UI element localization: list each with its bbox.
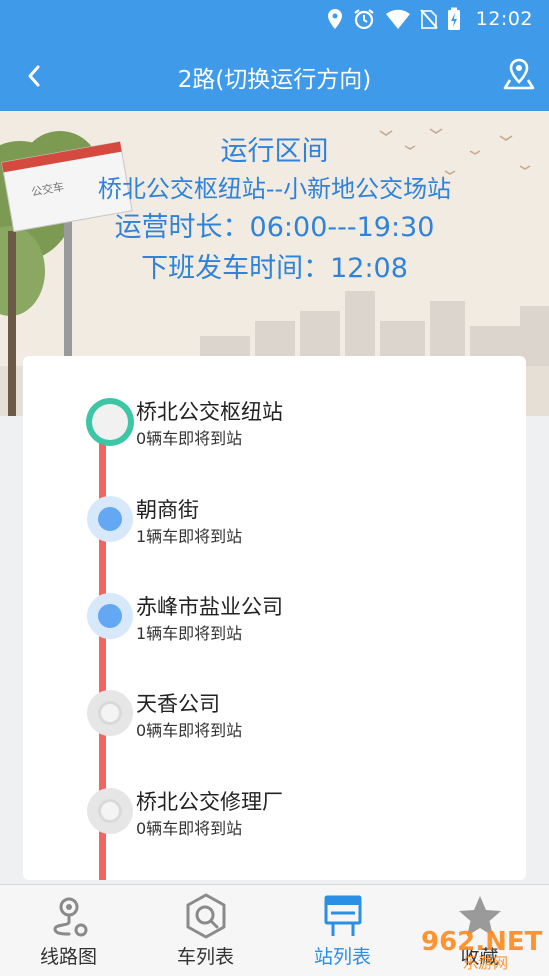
station-item[interactable]: 桥北公交修理厂 0辆车即将到站 xyxy=(23,788,526,858)
wifi-icon xyxy=(385,9,410,30)
station-list-card[interactable]: 桥北公交枢纽站 0辆车即将到站 朝商街 1辆车即将到站 赤峰市盐业公司 1辆车即… xyxy=(23,356,526,880)
watermark-text: 962.NET xyxy=(421,927,543,957)
route-direction-title[interactable]: 2路(切换运行方向) xyxy=(0,60,549,94)
status-icons: 12:02 xyxy=(327,7,533,31)
start-station-marker-icon xyxy=(86,398,134,446)
route-range-heading: 运行区间 xyxy=(220,136,329,167)
tab-bus-list[interactable]: 车列表 xyxy=(137,885,274,976)
passed-station-marker-icon xyxy=(87,593,133,639)
station-item[interactable]: 朝商街 1辆车即将到站 xyxy=(23,496,526,566)
location-icon xyxy=(327,9,342,29)
route-map-icon xyxy=(52,897,87,937)
map-pin-icon xyxy=(503,58,535,90)
upcoming-station-marker-icon xyxy=(87,788,133,834)
tab-label: 站列表 xyxy=(313,946,371,968)
tab-station-list[interactable]: 站列表 xyxy=(274,885,411,976)
route-info: 运行区间 桥北公交枢纽站--小新地公交场站 运营时长：06:00---19:30… xyxy=(0,133,549,289)
status-time: 12:02 xyxy=(475,8,533,30)
station-name: 桥北公交枢纽站 xyxy=(136,400,283,424)
route-endpoints: 桥北公交枢纽站--小新地公交场站 xyxy=(97,175,452,203)
site-watermark-logo: 962.NET 乐游网 xyxy=(421,927,543,970)
arrival-status: 0辆车即将到站 xyxy=(136,429,243,448)
arrival-status: 1辆车即将到站 xyxy=(136,527,243,546)
arrival-status: 1辆车即将到站 xyxy=(136,624,243,643)
arrival-status: 0辆车即将到站 xyxy=(136,721,243,740)
bus-list-icon xyxy=(186,893,225,939)
station-name: 赤峰市盐业公司 xyxy=(136,595,283,619)
arrival-status: 0辆车即将到站 xyxy=(136,819,243,838)
station-name: 朝商街 xyxy=(136,498,199,522)
upcoming-station-marker-icon xyxy=(87,690,133,736)
tab-label: 线路图 xyxy=(39,946,97,968)
station-name: 桥北公交修理厂 xyxy=(136,790,283,814)
no-sim-icon xyxy=(419,9,438,29)
bottom-tab-bar: 线路图 车列表 站列表 收藏 962.NET 乐游网 xyxy=(0,884,549,976)
watermark-subtext: 乐游网 xyxy=(463,954,508,970)
passed-station-marker-icon xyxy=(87,496,133,542)
alarm-icon xyxy=(354,9,374,30)
station-item[interactable]: 天香公司 0辆车即将到站 xyxy=(23,690,526,760)
station-list-icon xyxy=(324,895,361,936)
tab-label: 车列表 xyxy=(176,946,234,968)
station-item[interactable]: 桥北公交枢纽站 0辆车即将到站 xyxy=(23,398,526,468)
battery-charging-icon xyxy=(447,7,460,30)
station-item[interactable]: 赤峰市盐业公司 1辆车即将到站 xyxy=(23,593,526,663)
map-button[interactable] xyxy=(499,54,539,94)
last-departure-time: 下班发车时间：12:08 xyxy=(141,253,408,284)
station-name: 天香公司 xyxy=(136,692,220,716)
status-bar: 12:02 xyxy=(0,0,549,38)
tab-route-map[interactable]: 线路图 xyxy=(0,885,137,976)
operating-hours: 运营时长：06:00---19:30 xyxy=(114,212,435,243)
app-bar: 2路(切换运行方向) xyxy=(0,38,549,111)
